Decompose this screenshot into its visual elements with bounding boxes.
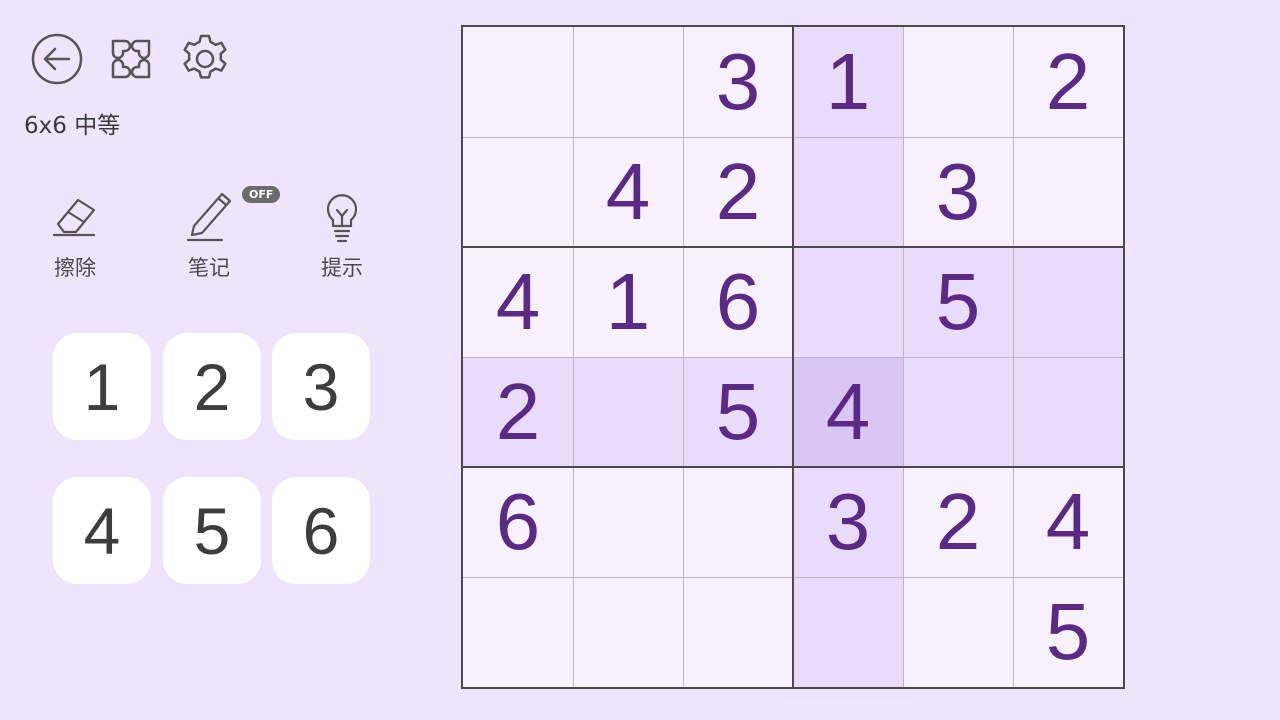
board-cell-r6-c5[interactable] [903,577,1013,687]
notes-label: 笔记 [188,256,230,280]
board-cell-r3-c1[interactable]: 4 [463,247,573,357]
clover-grid-icon [111,39,151,79]
board-cell-r6-c4[interactable] [793,577,903,687]
board-cell-r6-c1[interactable] [463,577,573,687]
sudoku-app: 6x6 中等 擦除 笔记 OFF 提示 1 2 3 4 5 6 3 1 2 4 … [0,0,1280,720]
board-cell-r2-c3[interactable]: 2 [683,137,793,247]
board-cell-r2-c1[interactable] [463,137,573,247]
lightbulb-icon [326,194,358,243]
board-cell-r4-c3[interactable]: 5 [683,357,793,467]
board-cell-r4-c4[interactable]: 4 [793,357,903,467]
board-cell-r1-c4[interactable]: 1 [793,27,903,137]
board-cell-r4-c2[interactable] [573,357,683,467]
board-cell-r4-c6[interactable] [1013,357,1123,467]
board-cell-r3-c5[interactable]: 5 [903,247,1013,357]
back-button[interactable] [30,32,84,86]
board-cell-r6-c6[interactable]: 5 [1013,577,1123,687]
board-cell-r1-c5[interactable] [903,27,1013,137]
number-key-4[interactable]: 4 [53,477,151,584]
back-arrow-icon [31,33,83,85]
tool-bar: 擦除 笔记 OFF 提示 [40,186,380,286]
sudoku-board: 312423416525463245 [461,25,1125,689]
layout-button[interactable] [104,32,158,86]
board-cell-r5-c5[interactable]: 2 [903,467,1013,577]
number-key-3[interactable]: 3 [272,333,370,440]
box-divider [463,246,1123,248]
board-cell-r4-c1[interactable]: 2 [463,357,573,467]
box-divider [463,466,1123,468]
board-cell-r3-c6[interactable] [1013,247,1123,357]
board-cell-r5-c1[interactable]: 6 [463,467,573,577]
board-cell-r1-c6[interactable]: 2 [1013,27,1123,137]
board-cell-r1-c1[interactable] [463,27,573,137]
board-cell-r1-c2[interactable] [573,27,683,137]
board-cell-r1-c3[interactable]: 3 [683,27,793,137]
board-cell-r2-c5[interactable]: 3 [903,137,1013,247]
grid-line [903,27,904,687]
number-pad: 1 2 3 4 5 6 [53,333,373,585]
number-key-6[interactable]: 6 [272,477,370,584]
pencil-icon [186,192,232,242]
erase-button[interactable]: 擦除 [40,186,110,282]
board-cell-r2-c6[interactable] [1013,137,1123,247]
board-cell-r6-c2[interactable] [573,577,683,687]
board-cell-r2-c2[interactable]: 4 [573,137,683,247]
board-cell-r3-c2[interactable]: 1 [573,247,683,357]
grid-line [1013,27,1014,687]
hint-button[interactable]: 提示 [307,186,377,282]
number-key-5[interactable]: 5 [163,477,261,584]
difficulty-label: 6x6 中等 [24,113,121,139]
top-toolbar [30,32,232,86]
board-cell-r6-c3[interactable] [683,577,793,687]
board-cell-r5-c4[interactable]: 3 [793,467,903,577]
board-cell-r2-c4[interactable] [793,137,903,247]
notes-button[interactable]: 笔记 [174,186,244,282]
board-cell-r4-c5[interactable] [903,357,1013,467]
board-cell-r3-c3[interactable]: 6 [683,247,793,357]
board-cell-r5-c2[interactable] [573,467,683,577]
eraser-icon [52,198,96,237]
number-key-1[interactable]: 1 [53,333,151,440]
board-cell-r5-c3[interactable] [683,467,793,577]
notes-off-badge: OFF [242,186,281,203]
box-divider [792,27,794,687]
hint-label: 提示 [321,256,363,280]
gear-icon [183,34,227,79]
settings-button[interactable] [178,32,232,86]
board-cell-r3-c4[interactable] [793,247,903,357]
board-cell-r5-c6[interactable]: 4 [1013,467,1123,577]
erase-label: 擦除 [54,256,96,280]
number-key-2[interactable]: 2 [163,333,261,440]
